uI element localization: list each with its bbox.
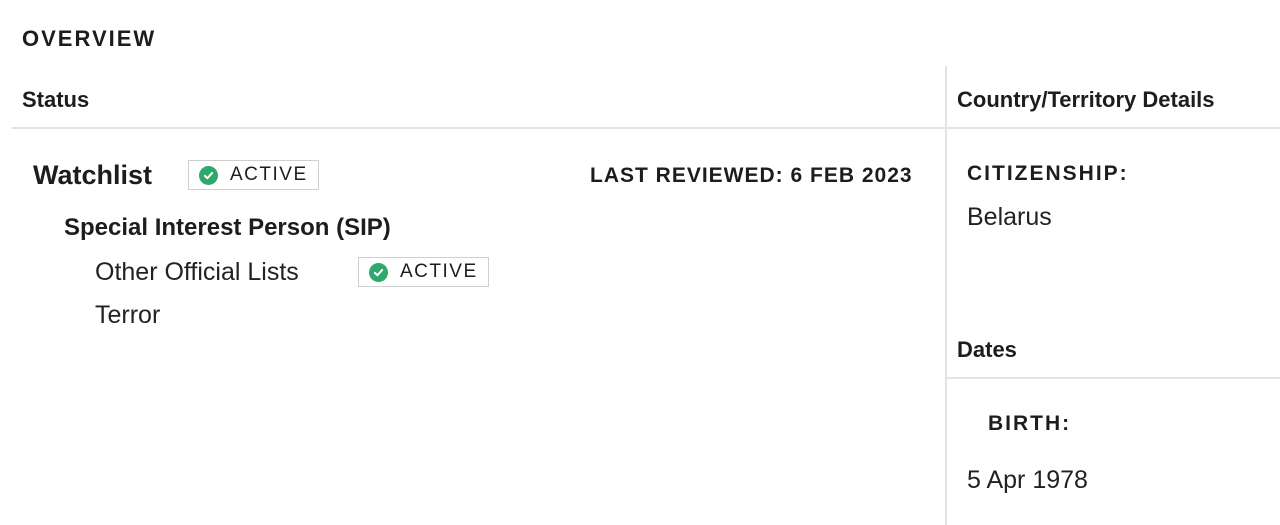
check-circle-icon <box>369 262 388 282</box>
status-divider <box>12 127 945 129</box>
birth-value: 5 Apr 1978 <box>967 466 1088 494</box>
last-reviewed-date: LAST REVIEWED: 6 FEB 2023 <box>590 164 913 187</box>
subcategory-terror: Terror <box>95 301 161 329</box>
citizenship-value: Belarus <box>967 203 1052 231</box>
status-badge-label: ACTIVE <box>230 164 308 185</box>
country-divider <box>947 127 1280 129</box>
overview-title: OVERVIEW <box>22 26 157 51</box>
country-details-header: Country/Territory Details <box>957 87 1215 112</box>
birth-label: BIRTH: <box>988 412 1072 435</box>
dates-divider <box>947 377 1280 379</box>
other-lists-status-badge: ACTIVE <box>358 257 489 287</box>
column-divider <box>945 66 947 525</box>
watchlist-status-badge: ACTIVE <box>188 160 319 190</box>
dates-header: Dates <box>957 337 1017 362</box>
status-badge-label: ACTIVE <box>400 261 478 282</box>
subcategory-other-official-lists: Other Official Lists <box>95 258 299 286</box>
category-title: Special Interest Person (SIP) <box>64 214 391 241</box>
citizenship-label: CITIZENSHIP: <box>967 162 1129 185</box>
status-header: Status <box>22 87 90 112</box>
check-circle-icon <box>199 165 218 185</box>
watchlist-label: Watchlist <box>33 160 153 190</box>
